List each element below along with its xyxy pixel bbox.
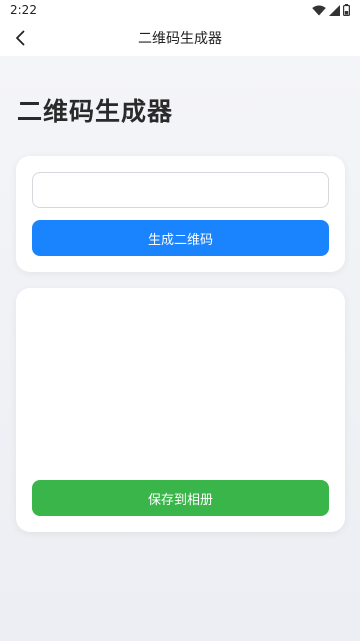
status-time: 2:22 — [10, 3, 37, 17]
main-content: 二维码生成器 生成二维码 保存到相册 — [0, 56, 360, 641]
qr-code-display — [32, 304, 329, 468]
page-title: 二维码生成器 — [17, 97, 174, 126]
generate-qr-button[interactable]: 生成二维码 — [32, 220, 329, 256]
wifi-icon — [312, 5, 326, 15]
signal-icon — [329, 4, 340, 16]
battery-icon — [343, 4, 350, 16]
back-button[interactable] — [6, 24, 34, 52]
input-card: 生成二维码 — [16, 156, 345, 272]
qr-preview-card: 保存到相册 — [16, 288, 345, 532]
save-to-album-button[interactable]: 保存到相册 — [32, 480, 329, 516]
status-icons — [312, 4, 350, 16]
nav-title: 二维码生成器 — [138, 31, 222, 47]
status-bar: 2:22 — [0, 0, 360, 20]
chevron-left-icon — [16, 30, 25, 46]
nav-bar: 二维码生成器 — [0, 20, 360, 56]
content-input[interactable] — [32, 172, 329, 208]
